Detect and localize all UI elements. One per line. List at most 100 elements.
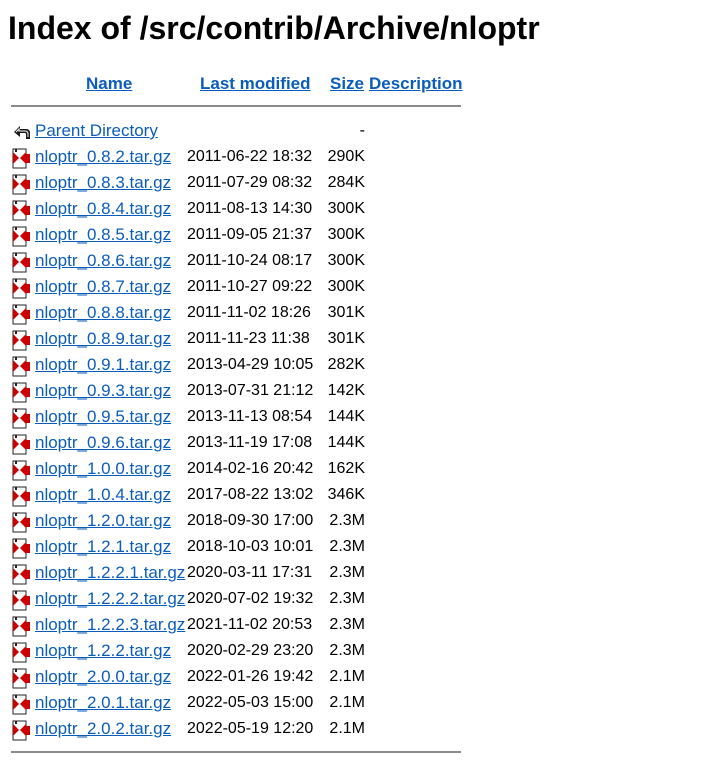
last-modified: 2021-11-02 20:53	[187, 616, 313, 633]
compressed-file-icon	[11, 356, 32, 377]
last-modified: 2011-06-22 18:32	[187, 148, 313, 165]
file-size: 290K	[327, 148, 365, 165]
file-size: 2.1M	[329, 694, 365, 711]
compressed-file-icon	[11, 252, 32, 273]
file-size: 142K	[327, 382, 365, 399]
page-title: Index of /src/contrib/Archive/nloptr	[8, 10, 540, 46]
compressed-file-icon	[11, 486, 32, 507]
last-modified: 2013-04-29 10:05	[187, 356, 314, 373]
file-size: 2.3M	[329, 642, 365, 659]
file-size: 2.3M	[329, 590, 365, 607]
file-link[interactable]: nloptr_0.9.6.tar.gz	[35, 432, 171, 454]
file-row: nloptr_0.8.7.tar.gz 2011-10-27 09:22 300K	[0, 275, 704, 301]
file-link[interactable]: nloptr_0.9.5.tar.gz	[35, 406, 171, 428]
file-size: 300K	[327, 252, 365, 269]
file-size: 300K	[327, 278, 365, 295]
file-size: 144K	[327, 408, 365, 425]
last-modified: 2017-08-22 13:02	[187, 486, 314, 503]
column-header-description[interactable]: Description	[369, 73, 463, 95]
file-row: nloptr_1.2.2.2.tar.gz 2020-07-02 19:32 2.3…	[0, 587, 704, 613]
file-row: nloptr_1.2.1.tar.gz 2018-10-03 10:01 2.3M	[0, 535, 704, 561]
file-row: nloptr_1.0.4.tar.gz 2017-08-22 13:02 346K	[0, 483, 704, 509]
file-row: nloptr_0.8.3.tar.gz 2011-07-29 08:32 284K	[0, 171, 704, 197]
file-link[interactable]: nloptr_0.8.5.tar.gz	[35, 224, 171, 246]
file-size: 300K	[327, 200, 365, 217]
file-size: 162K	[327, 460, 365, 477]
back-arrow-icon	[11, 122, 32, 143]
file-size: 301K	[327, 330, 365, 347]
compressed-file-icon	[11, 408, 32, 429]
last-modified: 2020-03-11 17:31	[187, 564, 313, 581]
file-size: 346K	[327, 486, 365, 503]
column-header-last-modified[interactable]: Last modified	[200, 73, 311, 95]
footer-divider	[11, 751, 461, 753]
compressed-file-icon	[11, 330, 32, 351]
file-link[interactable]: nloptr_1.2.2.tar.gz	[35, 640, 171, 662]
file-size: 301K	[327, 304, 365, 321]
file-link[interactable]: nloptr_0.8.2.tar.gz	[35, 146, 171, 168]
last-modified: 2011-09-05 21:37	[187, 226, 313, 243]
file-size: 2.3M	[329, 616, 365, 633]
column-header-name[interactable]: Name	[86, 73, 132, 95]
file-link[interactable]: nloptr_0.8.4.tar.gz	[35, 198, 171, 220]
compressed-file-icon	[11, 226, 32, 247]
compressed-file-icon	[11, 616, 32, 637]
file-size: 300K	[327, 226, 365, 243]
file-row: nloptr_0.8.8.tar.gz 2011-11-02 18:26 301K	[0, 301, 704, 327]
file-link[interactable]: nloptr_2.0.2.tar.gz	[35, 718, 171, 740]
file-size: 284K	[327, 174, 365, 191]
file-link[interactable]: nloptr_0.8.9.tar.gz	[35, 328, 171, 350]
parent-directory-link[interactable]: Parent Directory	[35, 120, 158, 142]
compressed-file-icon	[11, 538, 32, 559]
file-size: 282K	[327, 356, 365, 373]
file-size: 2.3M	[329, 564, 365, 581]
file-link[interactable]: nloptr_0.9.3.tar.gz	[35, 380, 171, 402]
file-row: nloptr_2.0.2.tar.gz 2022-05-19 12:20 2.1M	[0, 717, 704, 743]
compressed-file-icon	[11, 642, 32, 663]
file-row: nloptr_1.2.2.3.tar.gz 2021-11-02 20:53 2.3…	[0, 613, 704, 639]
file-size: -	[359, 122, 365, 139]
last-modified: 2013-11-19 17:08	[187, 434, 313, 451]
file-row: nloptr_0.9.1.tar.gz 2013-04-29 10:05 282K	[0, 353, 704, 379]
compressed-file-icon	[11, 720, 32, 741]
file-link[interactable]: nloptr_2.0.1.tar.gz	[35, 692, 171, 714]
compressed-file-icon	[11, 304, 32, 325]
last-modified: 2011-08-13 14:30	[187, 200, 313, 217]
compressed-file-icon	[11, 512, 32, 533]
file-row: nloptr_0.8.6.tar.gz 2011-10-24 08:17 300K	[0, 249, 704, 275]
file-row: nloptr_0.9.5.tar.gz 2013-11-13 08:54 144K	[0, 405, 704, 431]
compressed-file-icon	[11, 382, 32, 403]
file-link[interactable]: nloptr_2.0.0.tar.gz	[35, 666, 171, 688]
file-row: nloptr_2.0.1.tar.gz 2022-05-03 15:00 2.1M	[0, 691, 704, 717]
file-size: 144K	[327, 434, 365, 451]
file-link[interactable]: nloptr_0.9.1.tar.gz	[35, 354, 171, 376]
last-modified: 2022-05-19 12:20	[187, 720, 314, 737]
file-link[interactable]: nloptr_0.8.7.tar.gz	[35, 276, 171, 298]
file-row: nloptr_0.8.5.tar.gz 2011-09-05 21:37 300K	[0, 223, 704, 249]
file-link[interactable]: nloptr_1.0.0.tar.gz	[35, 458, 171, 480]
last-modified: 2020-02-29 23:20	[187, 642, 314, 659]
file-link[interactable]: nloptr_1.2.2.3.tar.gz	[35, 614, 185, 636]
parent-directory-row: Parent Directory -	[0, 119, 704, 145]
file-link[interactable]: nloptr_1.2.2.1.tar.gz	[35, 562, 185, 584]
file-link[interactable]: nloptr_0.8.3.tar.gz	[35, 172, 171, 194]
last-modified: 2011-10-27 09:22	[187, 278, 313, 295]
last-modified: 2011-07-29 08:32	[187, 174, 313, 191]
file-link[interactable]: nloptr_1.0.4.tar.gz	[35, 484, 171, 506]
compressed-file-icon	[11, 434, 32, 455]
column-header-size[interactable]: Size	[330, 73, 364, 95]
last-modified: 2018-09-30 17:00	[187, 512, 314, 529]
last-modified: 2011-11-23 11:38	[187, 330, 310, 347]
compressed-file-icon	[11, 694, 32, 715]
file-link[interactable]: nloptr_1.2.2.2.tar.gz	[35, 588, 185, 610]
file-link[interactable]: nloptr_0.8.6.tar.gz	[35, 250, 171, 272]
file-row: nloptr_1.2.2.tar.gz 2020-02-29 23:20 2.3M	[0, 639, 704, 665]
file-link[interactable]: nloptr_1.2.1.tar.gz	[35, 536, 171, 558]
file-row: nloptr_0.8.9.tar.gz 2011-11-23 11:38 301K	[0, 327, 704, 353]
file-link[interactable]: nloptr_0.8.8.tar.gz	[35, 302, 171, 324]
file-link[interactable]: nloptr_1.2.0.tar.gz	[35, 510, 171, 532]
compressed-file-icon	[11, 668, 32, 689]
file-row: nloptr_1.0.0.tar.gz 2014-02-16 20:42 162K	[0, 457, 704, 483]
file-size: 2.3M	[329, 538, 365, 555]
last-modified: 2022-01-26 19:42	[187, 668, 314, 685]
